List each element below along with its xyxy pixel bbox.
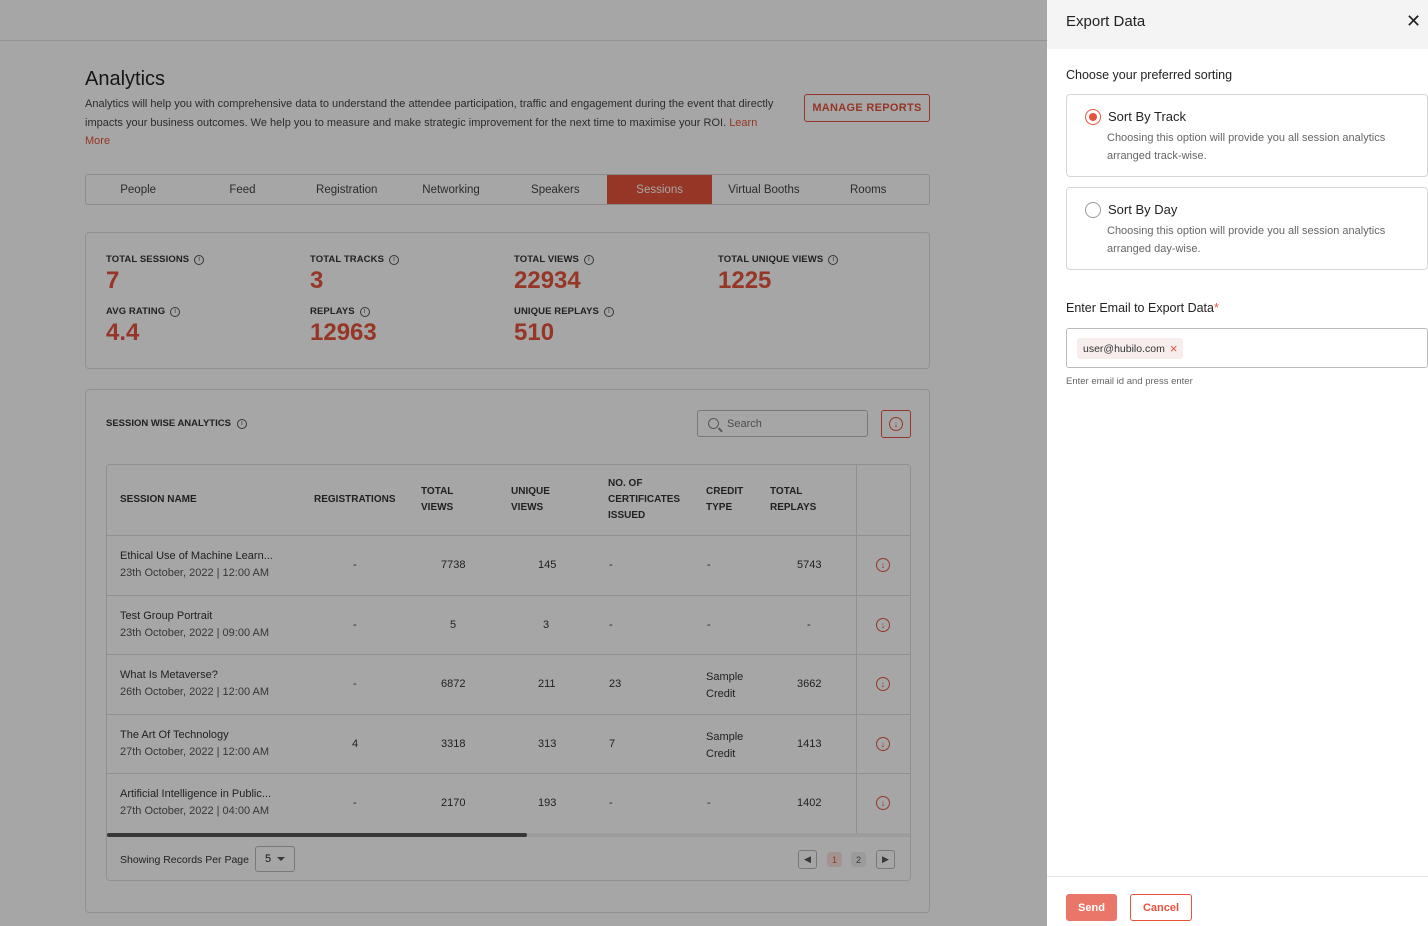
modal-overlay[interactable]: [0, 0, 1047, 926]
option-description: Choosing this option will provide you al…: [1107, 225, 1386, 255]
drawer-header: Export Data ✕: [1047, 0, 1428, 49]
export-data-drawer: Export Data ✕ Choose your preferred sort…: [1047, 0, 1428, 926]
option-title: Sort By Track: [1108, 109, 1187, 124]
email-hint: Enter email id and press enter: [1066, 376, 1193, 387]
email-label: Enter Email to Export Data*: [1066, 301, 1219, 315]
required-mark: *: [1213, 301, 1219, 315]
close-icon[interactable]: ✕: [1406, 11, 1421, 32]
sort-by-day-option[interactable]: Sort By Day Choosing this option will pr…: [1066, 187, 1428, 270]
radio-sort-by-track[interactable]: [1085, 109, 1101, 125]
drawer-footer: Send Cancel: [1047, 876, 1428, 926]
option-description: Choosing this option will provide you al…: [1107, 132, 1386, 162]
sorting-label: Choose your preferred sorting: [1066, 68, 1233, 82]
send-button[interactable]: Send: [1066, 894, 1117, 921]
email-label-text: Enter Email to Export Data: [1066, 301, 1214, 315]
cancel-button[interactable]: Cancel: [1130, 894, 1192, 921]
radio-sort-by-day[interactable]: [1085, 202, 1101, 218]
email-chip-text: user@hubilo.com: [1083, 342, 1165, 355]
option-title: Sort By Day: [1108, 202, 1178, 217]
email-field[interactable]: user@hubilo.com ×: [1066, 328, 1428, 368]
email-chip: user@hubilo.com ×: [1077, 338, 1184, 359]
remove-chip-icon[interactable]: ×: [1170, 341, 1178, 356]
drawer-title: Export Data: [1066, 13, 1146, 30]
sort-by-track-option[interactable]: Sort By Track Choosing this option will …: [1066, 94, 1428, 177]
